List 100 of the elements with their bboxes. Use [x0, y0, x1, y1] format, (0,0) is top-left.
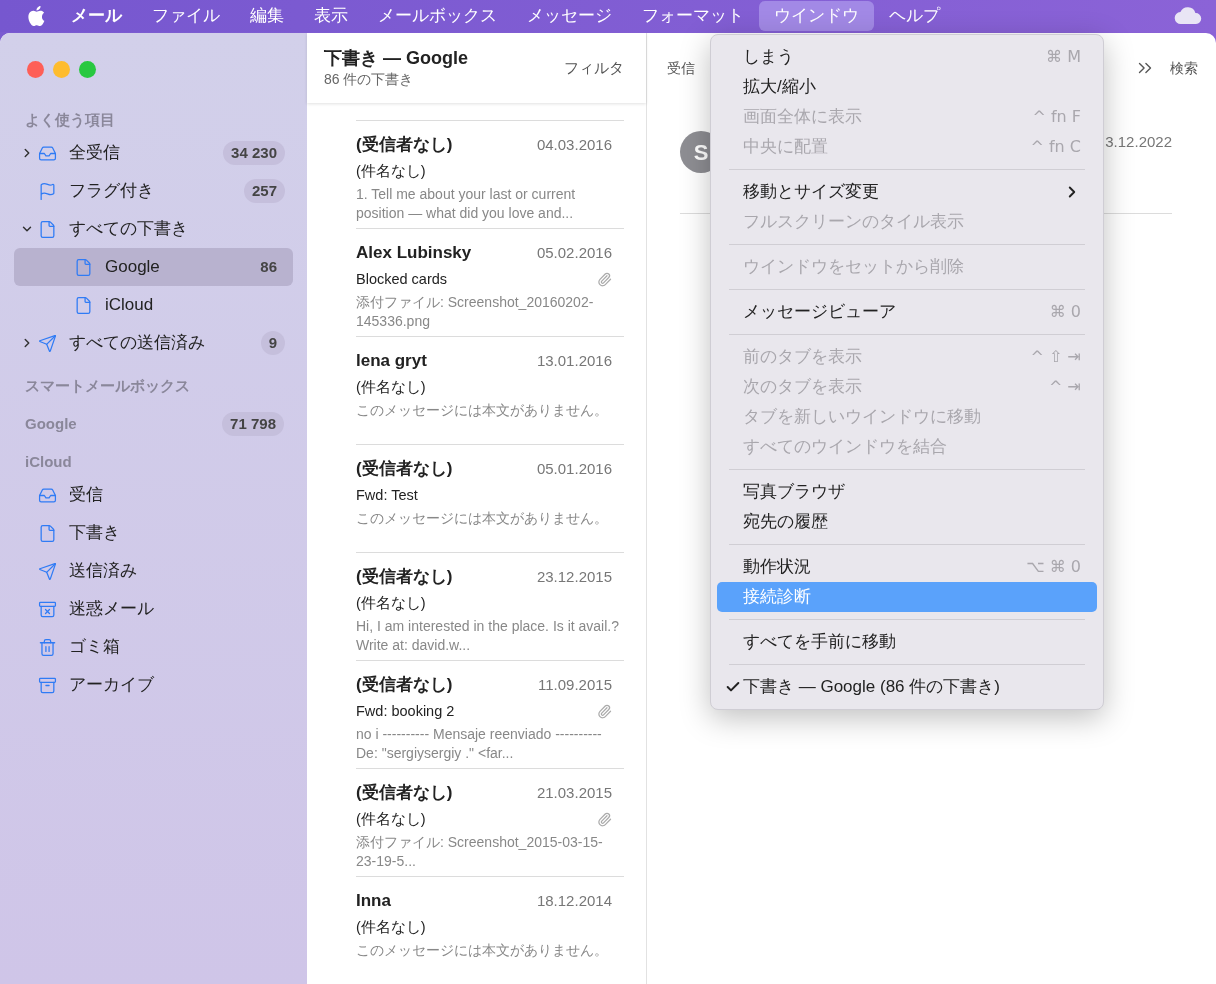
sidebar-item[interactable]: 迷惑メール	[14, 590, 293, 628]
message-date: 3.12.2022	[1105, 132, 1172, 152]
message-row[interactable]: Alex Lubinsky 05.02.2016 Blocked cards 添付ファイル: Screenshot_20160202-145336.png	[356, 228, 624, 336]
message-subject: Fwd: booking 2	[356, 701, 456, 721]
menu-item[interactable]: しまう ⌘ M	[717, 42, 1097, 72]
menu-bar-item[interactable]: 表示	[299, 1, 363, 31]
count-label: 86	[259, 256, 278, 277]
sidebar-item[interactable]: iCloud	[14, 286, 293, 324]
cloud-icon[interactable]	[1174, 7, 1202, 25]
sidebar-item-label: すべての下書き	[69, 218, 189, 241]
menu-bar-item[interactable]: 編集	[235, 1, 299, 31]
trash-icon	[38, 637, 57, 657]
apple-logo-icon[interactable]	[26, 5, 46, 27]
menu-bar-item[interactable]: メッセージ	[512, 1, 627, 31]
count-badge: 34 230	[223, 140, 285, 166]
message-date: 05.01.2016	[536, 458, 612, 479]
shortcut-label: ⌘ M	[1046, 46, 1081, 68]
message-subject: Fwd: Test	[356, 485, 419, 505]
document-icon	[74, 295, 93, 315]
message-row[interactable]: (受信者なし) 11.09.2015 Fwd: booking 2 no i ---------- Mensaje reenviado ---------- De: "sergiysergiy ." <far...	[356, 660, 624, 768]
sidebar-item[interactable]: ゴミ箱	[14, 628, 293, 666]
message-date: 11.09.2015	[538, 674, 612, 695]
message-row[interactable]: (受信者なし) 23.12.2015 (件名なし) Hi, I am interested in the place. Is it avail.? Write at: david.w...	[356, 552, 624, 660]
message-row[interactable]: Inna 18.12.2014 (件名なし) このメッセージには本文がありません。	[356, 876, 624, 984]
sidebar-item-label: 全受信	[69, 142, 121, 165]
message-subject: (件名なし)	[356, 917, 427, 937]
paper-plane-icon	[38, 561, 57, 581]
mailbox-subtitle: 86 件の下書き	[324, 69, 415, 89]
menu-bar-item[interactable]: メール	[56, 1, 137, 31]
shortcut-label: ^ ⇥	[1049, 376, 1081, 398]
document-icon	[38, 219, 57, 239]
sidebar-item[interactable]: Google 86	[14, 248, 293, 286]
message-date: 18.12.2014	[536, 890, 612, 911]
message-preview: no i ---------- Mensaje reenviado ---------- De: "sergiysergiy ." <far...	[356, 725, 603, 764]
mailbox-title: 下書き — Google	[324, 46, 469, 69]
sidebar-item[interactable]: アーカイブ	[14, 666, 293, 704]
message-date: 13.01.2016	[536, 350, 612, 371]
shortcut-label: ^ fn C	[1030, 136, 1081, 158]
sidebar-item[interactable]: 下書き	[14, 514, 293, 552]
sidebar-item[interactable]: すべての下書き	[14, 210, 293, 248]
sidebar-item-label: アーカイブ	[69, 674, 155, 697]
document-icon	[74, 257, 93, 277]
section-header: スマートメールボックス	[25, 375, 191, 396]
sidebar-item-label: 迷惑メール	[69, 598, 155, 621]
search-button[interactable]: 検索	[1170, 57, 1198, 79]
message-sender: (受信者なし)	[356, 566, 454, 588]
menu-item[interactable]: 動作状況 ⌥ ⌘ 0	[717, 552, 1097, 582]
count-badge: 71 798	[222, 411, 284, 437]
sidebar-item[interactable]: すべての送信済み 9	[14, 324, 293, 362]
sidebar-item-label: 送信済み	[69, 560, 138, 583]
filter-button[interactable]: フィルタ	[564, 56, 624, 80]
message-preview: 添付ファイル: Screenshot_20160202-145336.png	[356, 293, 595, 332]
message-row[interactable]: (受信者なし) 04.03.2016 (件名なし) 1. Tell me about your last or current position — what did you love and...	[356, 120, 624, 228]
message-preview: このメッセージには本文がありません。	[356, 509, 609, 529]
shortcut-label: ⌘ 0	[1049, 301, 1081, 323]
message-date: 21.03.2015	[536, 782, 612, 803]
message-row[interactable]: (受信者なし) 21.03.2015 (件名なし) 添付ファイル: Screenshot_2015-03-15-23-19-5...	[356, 768, 624, 876]
menu-bar-item[interactable]: ヘルプ	[874, 1, 955, 31]
shortcut-label: ^ fn F	[1032, 106, 1081, 128]
message-row[interactable]: (受信者なし) 05.01.2016 Fwd: Test このメッセージには本文がありません。	[356, 444, 624, 552]
count-badge: 9	[260, 330, 285, 356]
archive-icon	[38, 675, 57, 695]
message-sender: Alex Lubinsky	[356, 242, 473, 264]
sidebar-item-label: 受信	[69, 484, 104, 507]
menu-item[interactable]: 下書き — Google (86 件の下書き)	[717, 672, 1097, 702]
count-badge: 257	[243, 178, 285, 204]
message-date: 04.03.2016	[536, 134, 612, 155]
sidebar-item-label: ゴミ箱	[69, 636, 121, 659]
message-preview: このメッセージには本文がありません。	[356, 941, 609, 961]
sidebar-item[interactable]: 受信	[14, 476, 293, 514]
section-header: Google	[25, 413, 78, 434]
message-sender: lena gryt	[356, 350, 428, 372]
menu-item[interactable]: 移動とサイズ変更	[717, 177, 1097, 207]
message-sender: (受信者なし)	[356, 782, 454, 804]
mailbox-button[interactable]: 受信	[667, 57, 695, 79]
sidebar-item-label: すべての送信済み	[69, 332, 206, 355]
menu-item[interactable]: メッセージビューア ⌘ 0	[717, 297, 1097, 327]
menu-item[interactable]: 写真ブラウザ	[717, 477, 1097, 507]
sidebar-item[interactable]: 送信済み	[14, 552, 293, 590]
message-sender: (受信者なし)	[356, 458, 454, 480]
message-preview: このメッセージには本文がありません。	[356, 401, 609, 421]
message-subject: Blocked cards	[356, 269, 449, 289]
menu-bar-item[interactable]: フォーマット	[627, 1, 759, 31]
message-subject: (件名なし)	[356, 377, 427, 397]
menu-bar-item[interactable]: ファイル	[137, 1, 235, 31]
menu-bar-item[interactable]: メールボックス	[363, 1, 512, 31]
sidebar-item-label: Google	[105, 256, 161, 279]
sidebar-item-label: フラグ付き	[69, 180, 155, 203]
menu-item[interactable]: すべてを手前に移動	[717, 627, 1097, 657]
message-row[interactable]: lena gryt 13.01.2016 (件名なし) このメッセージには本文がありません。	[356, 336, 624, 444]
section-header: よく使う項目	[25, 109, 116, 130]
section-header: iCloud	[25, 451, 73, 472]
message-preview: Hi, I am interested in the place. Is it avail.? Write at: david.w...	[356, 617, 620, 656]
sidebar-item[interactable]: フラグ付き 257	[14, 172, 293, 210]
shortcut-label: ^ ⇧ ⇥	[1030, 346, 1081, 368]
sidebar-item[interactable]: 全受信 34 230	[14, 134, 293, 172]
menu-item[interactable]: 拡大/縮小	[717, 72, 1097, 102]
shortcut-label: ⌥ ⌘ 0	[1026, 556, 1081, 578]
message-preview: 1. Tell me about your last or current position — what did you love and...	[356, 185, 577, 224]
menu-item[interactable]: 宛先の履歴	[717, 507, 1097, 537]
